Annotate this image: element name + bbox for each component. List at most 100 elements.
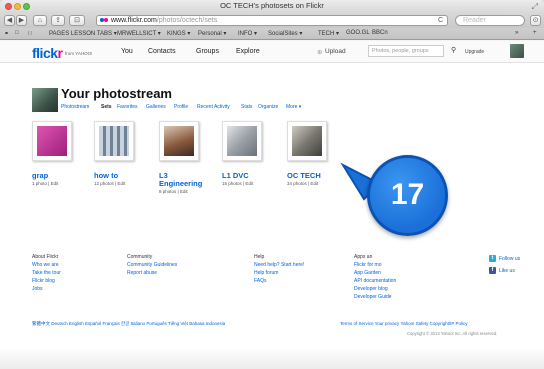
window-title: OC TECH's photosets on Flickr [220,1,324,10]
set-thumbnail[interactable] [222,121,262,161]
set-thumbnail-image [292,126,322,156]
address-bar[interactable]: www.flickr.com/photos/octech/sets C [96,15,448,26]
footer-link[interactable]: Take the tour [32,269,61,277]
user-avatar[interactable] [510,44,524,58]
reading-list-icon[interactable]: ⚭ [4,30,9,37]
language-links[interactable]: 繁體中文 Deutsch English Español Français 한글… [32,321,225,327]
footer-link[interactable]: Community Guidelines [127,261,177,269]
footer-link[interactable]: Flickr blog [32,277,61,285]
set-thumbnail[interactable] [32,121,72,161]
upload-icon[interactable]: ⊕ [317,48,322,56]
downloads-button[interactable]: ⊙ [530,15,541,26]
page-bottom [0,347,544,369]
set-thumbnail-image [227,126,257,156]
tab-sets[interactable]: Sets [101,104,112,110]
footer-link[interactable]: App Garden [354,269,396,277]
photostream-avatar[interactable] [32,88,58,112]
nav-you[interactable]: You [121,48,133,55]
footer-link[interactable]: Who we are [32,261,61,269]
upload-link[interactable]: Upload [325,48,346,55]
set-meta[interactable]: 34 photos | Edit [287,181,318,186]
tab-organize[interactable]: Organize [258,104,278,110]
footer-heading: Apps an [354,254,373,260]
share-button[interactable]: ⇪ [51,15,65,26]
flickr-search-input[interactable]: Photos, people, groups [368,45,444,57]
set-thumbnail[interactable] [159,121,199,161]
bookmark-tech[interactable]: TECH ▾ [318,30,339,37]
bookmark-pages-lesson-tabs[interactable]: PAGES LESSON TABS ▾ [49,30,117,37]
set-thumbnail[interactable] [287,121,327,161]
footer-link[interactable]: Developer blog [354,285,396,293]
bookmarks-bar: ⚭ □ ∷ PAGES LESSON TABS ▾ MRWELLSICT ▾ K… [0,28,544,40]
reader-button[interactable]: Reader [455,15,525,26]
upgrade-link[interactable]: Upgrade [465,49,484,55]
nav-groups[interactable]: Groups [196,48,219,55]
legal-links[interactable]: Terms of Service Your privacy Yahoo! Saf… [340,321,468,326]
url-path: /photos/octech/sets [156,17,218,24]
browser-toolbar: ◀ ▶ ⌂ ⇪ ⊡ www.flickr.com/photos/octech/s… [0,13,544,28]
flickr-logo[interactable]: flickr [32,45,63,61]
footer-link[interactable]: Jobs [32,285,61,293]
reload-icon[interactable]: C [438,16,443,25]
more-bookmarks-icon[interactable]: » [515,30,518,36]
nav-contacts[interactable]: Contacts [148,48,176,55]
set-title[interactable]: grap [32,172,48,180]
set-title[interactable]: how to [94,172,118,180]
bookmarks-icon[interactable]: □ [15,30,19,36]
footer-heading: Community [127,254,153,260]
footer-link[interactable]: FAQs [254,277,304,285]
footer-link[interactable]: Need help? Start here! [254,261,304,269]
tab-stats[interactable]: Stats [241,104,252,110]
bookmark-personal[interactable]: Personal ▾ [198,30,226,37]
footer-link[interactable]: Report abuse [127,269,177,277]
footer-about-column: About Flickr Who we are Take the tour Fl… [32,253,61,293]
title-bar[interactable]: OC TECH's photosets on Flickr ⤢ [0,0,544,13]
forward-button[interactable]: ▶ [16,15,27,26]
twitter-follow-link[interactable]: t Follow us [489,255,520,262]
home-button[interactable]: ⌂ [33,15,47,26]
twitter-icon: t [489,255,496,262]
set-thumbnail[interactable] [94,121,134,161]
tab-galleries[interactable]: Galleries [146,104,166,110]
footer-help-column: Help Need help? Start here! Help forum F… [254,253,304,285]
footer-link[interactable]: API documentation [354,277,396,285]
add-tab-icon[interactable]: + [533,30,537,36]
step-number: 17 [390,178,425,211]
footer-link[interactable]: Developer Guide [354,293,396,301]
tab-favorites[interactable]: Favorites [117,104,138,110]
flickr-favicon-icon [100,18,108,23]
tab-more[interactable]: More ▾ [286,104,301,110]
bookmark-bbcn[interactable]: BBCn [372,30,388,36]
tab-recent-activity[interactable]: Recent Activity [197,104,230,110]
facebook-like-link[interactable]: f Like us [489,267,515,274]
set-meta[interactable]: 8 photos | Edit [159,189,188,194]
search-icon[interactable]: ⚲ [451,46,456,54]
footer-link[interactable]: Flickr for mo [354,261,396,269]
fullscreen-icon[interactable]: ⤢ [532,2,538,12]
tab-profile[interactable]: Profile [174,104,188,110]
back-button[interactable]: ◀ [4,15,15,26]
set-meta[interactable]: 15 photos | Edit [222,181,253,186]
reader-sidebar-button[interactable]: ⊡ [69,15,85,26]
set-thumbnail-image [99,126,129,156]
url-host: www.flickr.com [111,17,157,24]
set-title[interactable]: OC TECH [287,172,321,180]
bookmark-mrwellsict[interactable]: MRWELLSICT ▾ [117,30,161,37]
bookmark-kings[interactable]: KINGS ▾ [167,30,190,37]
page-title: Your photostream [61,86,172,101]
tab-photostream[interactable]: Photostream [61,104,89,110]
nav-explore[interactable]: Explore [236,48,260,55]
set-meta[interactable]: 1 photo | Edit [32,181,58,186]
facebook-icon: f [489,267,496,274]
footer-heading: About Flickr [32,254,59,260]
footer-link[interactable]: Help forum [254,269,304,277]
set-meta[interactable]: 12 photos | Edit [94,181,125,186]
flickr-header: flickr from YAHOO! You Contacts Groups E… [0,41,544,63]
set-title[interactable]: L1 DVC [222,172,249,180]
bookmark-googl[interactable]: GOO.GL [346,30,370,36]
top-sites-icon[interactable]: ∷ [28,30,32,37]
bookmark-socialsites[interactable]: SocialSites ▾ [268,30,302,37]
set-title[interactable]: L3 Engineering [159,172,202,188]
bookmark-info[interactable]: INFO ▾ [238,30,257,37]
footer-community-column: Community Community Guidelines Report ab… [127,253,177,277]
